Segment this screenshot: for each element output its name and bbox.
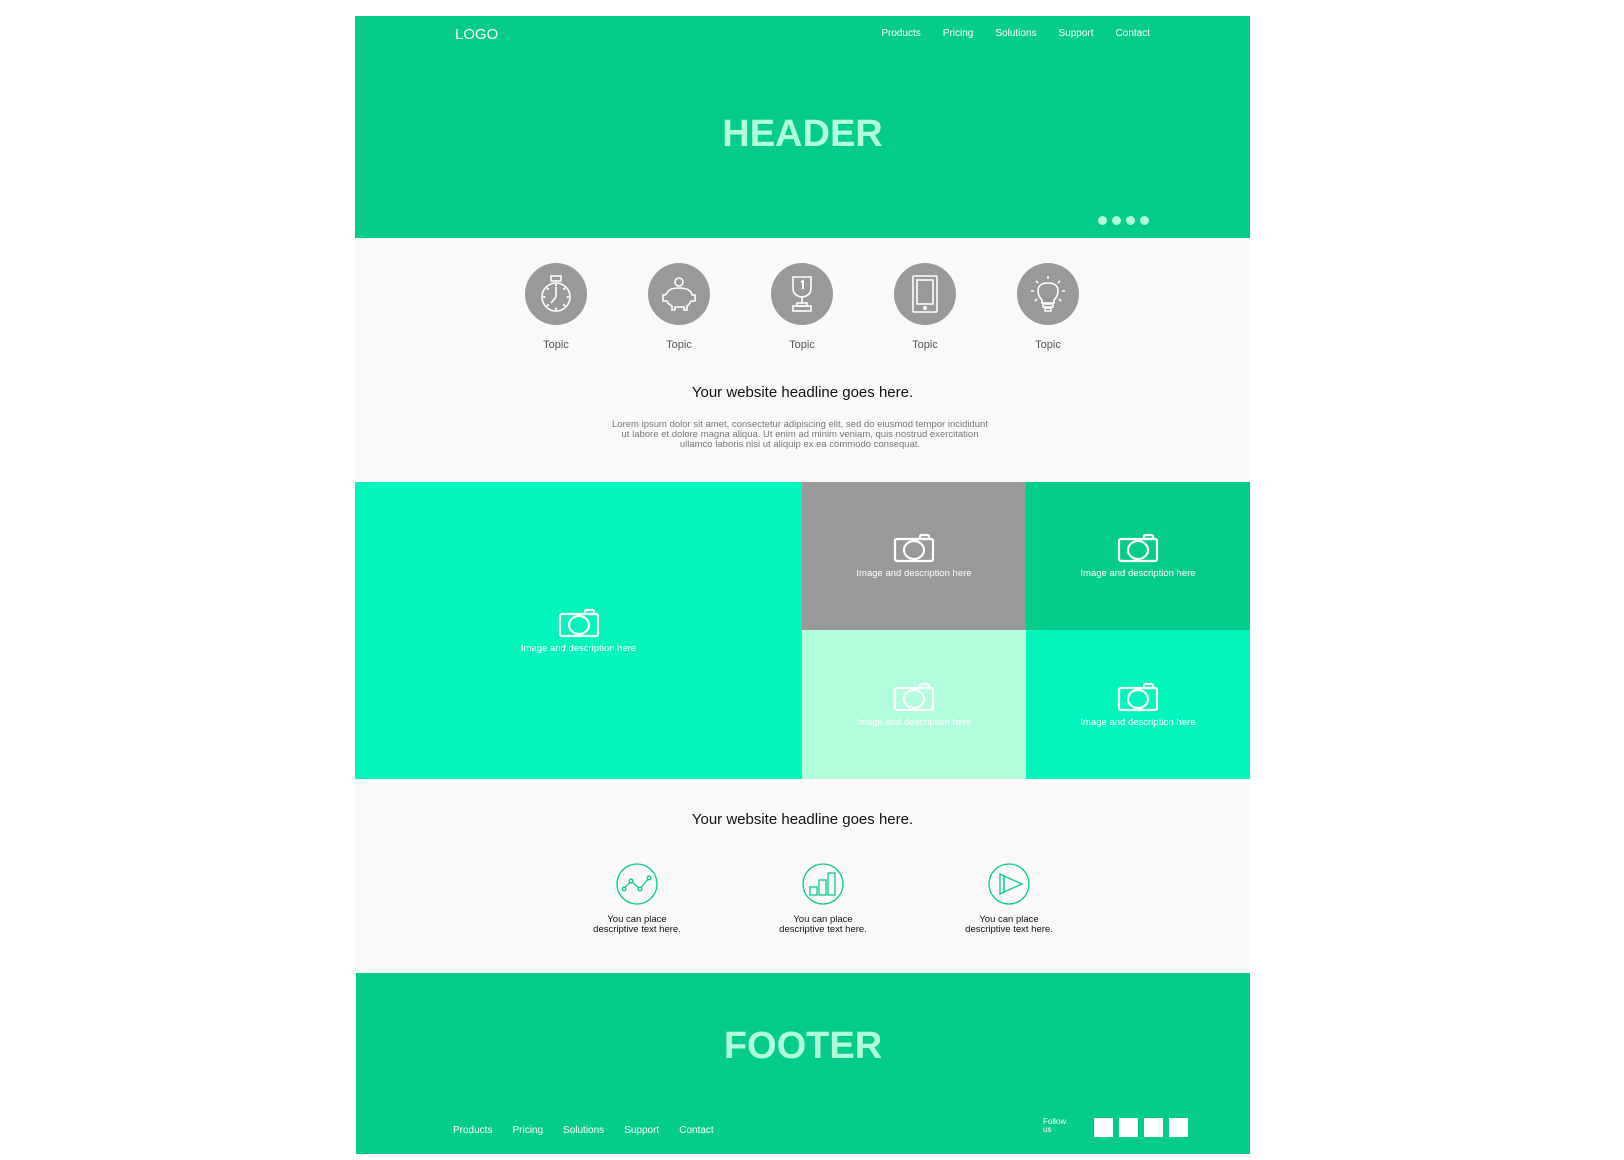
footer-nav-support[interactable]: Support	[624, 1125, 659, 1136]
footer-nav-pricing[interactable]: Pricing	[512, 1125, 543, 1136]
camera-icon	[893, 533, 935, 563]
footer-title: FOOTER	[723, 1025, 883, 1067]
gallery-tile-large[interactable]: Image and description here	[355, 482, 802, 779]
stopwatch-icon	[541, 275, 571, 312]
intro-body: Lorem ipsum dolor sit amet, consectetur …	[612, 419, 988, 450]
page-container: LOGO Products Pricing Solutions Support …	[355, 16, 1250, 1154]
carousel-dot-2[interactable]	[1112, 216, 1121, 225]
topic-label: Topic	[543, 339, 569, 351]
topic-label: Topic	[666, 339, 692, 351]
features-row: You can place descriptive text here. You…	[587, 863, 1059, 935]
gallery-tile[interactable]: Image and description here	[802, 482, 1026, 630]
feature-text: You can place descriptive text here.	[965, 914, 1053, 935]
gallery-tile-text: Image and description here	[520, 642, 637, 654]
trophy-icon	[792, 276, 812, 312]
gallery-tile-text: Image and description here	[1080, 716, 1196, 728]
follow-us-label: Follow us	[1043, 1117, 1067, 1134]
camera-icon	[558, 608, 599, 637]
image-gallery: Image and description here Image and des…	[355, 482, 1250, 779]
footer-nav-contact[interactable]: Contact	[679, 1125, 713, 1136]
topic-item[interactable]: Topic	[648, 263, 710, 351]
topic-circle	[1017, 263, 1079, 325]
top-nav: Products Pricing Solutions Support Conta…	[881, 28, 1150, 39]
gallery-tile-text: Image and description here	[856, 568, 972, 579]
topic-item[interactable]: Topic	[894, 263, 956, 351]
gallery-tile[interactable]: Image and description here	[1026, 482, 1250, 630]
topic-item[interactable]: Topic	[1017, 263, 1079, 351]
tablet-icon	[912, 275, 938, 313]
nav-contact[interactable]: Contact	[1116, 28, 1150, 39]
social-links	[1094, 1118, 1188, 1137]
feature-item[interactable]: You can place descriptive text here.	[587, 863, 687, 935]
carousel-dot-3[interactable]	[1126, 216, 1135, 225]
intro-headline: Your website headline goes here.	[691, 384, 914, 401]
social-icon-1[interactable]	[1094, 1118, 1113, 1137]
gallery-tile[interactable]: Image and description here	[1026, 630, 1250, 779]
feature-text: You can place descriptive text here.	[593, 914, 681, 935]
topic-label: Topic	[1035, 339, 1061, 351]
topic-circle	[525, 263, 587, 325]
feature-text: You can place descriptive text here.	[779, 914, 867, 935]
footer-nav: Products Pricing Solutions Support Conta…	[453, 1125, 714, 1136]
gallery-tile-text: Image and description here	[856, 716, 972, 728]
topics-row: Topic Topic Topic Topic Topic	[525, 263, 1079, 351]
gallery-tile-text: Image and description here	[1080, 568, 1196, 579]
social-icon-4[interactable]	[1169, 1118, 1188, 1137]
nav-pricing[interactable]: Pricing	[943, 28, 974, 39]
bar-chart-icon	[802, 863, 844, 905]
nav-products[interactable]: Products	[881, 28, 920, 39]
nav-solutions[interactable]: Solutions	[995, 28, 1036, 39]
footer-nav-solutions[interactable]: Solutions	[563, 1125, 604, 1136]
carousel-dots	[1098, 216, 1149, 225]
social-icon-2[interactable]	[1119, 1118, 1138, 1137]
features-headline: Your website headline goes here.	[691, 811, 914, 828]
header: LOGO Products Pricing Solutions Support …	[355, 16, 1250, 238]
footer: FOOTER Products Pricing Solutions Suppor…	[356, 973, 1250, 1154]
feature-item[interactable]: You can place descriptive text here.	[959, 863, 1059, 935]
camera-icon	[1117, 533, 1159, 563]
logo[interactable]: LOGO	[455, 26, 498, 43]
social-icon-3[interactable]	[1144, 1118, 1163, 1137]
header-title: HEADER	[722, 113, 883, 155]
nav-support[interactable]: Support	[1059, 28, 1094, 39]
topic-item[interactable]: Topic	[525, 263, 587, 351]
gallery-tile[interactable]: Image and description here	[802, 630, 1026, 779]
piggy-bank-icon	[662, 277, 696, 311]
carousel-dot-1[interactable]	[1098, 216, 1107, 225]
topic-circle	[771, 263, 833, 325]
topic-label: Topic	[912, 339, 938, 351]
lightbulb-icon	[1031, 276, 1065, 312]
topic-label: Topic	[789, 339, 815, 351]
feature-item[interactable]: You can place descriptive text here.	[773, 863, 873, 935]
topic-circle	[894, 263, 956, 325]
carousel-dot-4[interactable]	[1140, 216, 1149, 225]
camera-icon	[893, 682, 935, 711]
line-chart-icon	[616, 863, 658, 905]
footer-nav-products[interactable]: Products	[453, 1125, 492, 1136]
camera-icon	[1117, 682, 1159, 711]
topic-circle	[648, 263, 710, 325]
play-icon	[988, 863, 1030, 905]
topic-item[interactable]: Topic	[771, 263, 833, 351]
